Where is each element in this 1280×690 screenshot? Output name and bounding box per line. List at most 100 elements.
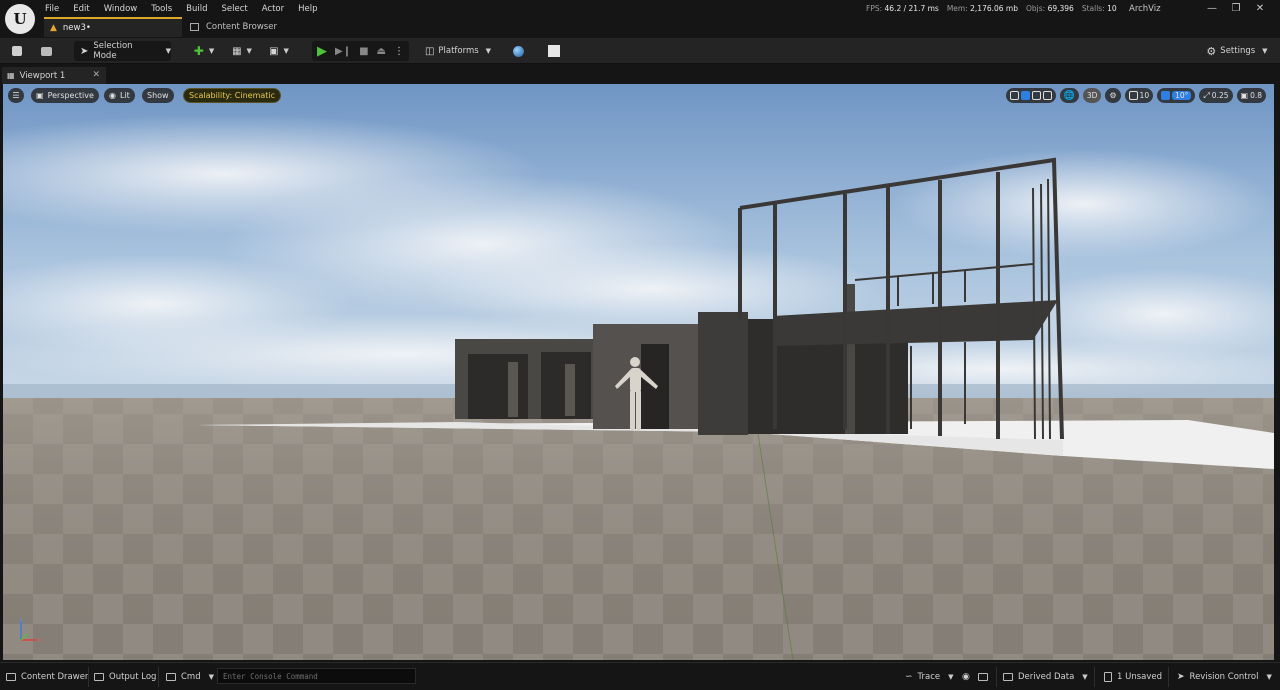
perspective-label: Perspective [47, 91, 94, 100]
console-command-input[interactable] [217, 668, 416, 684]
angle-snap-group[interactable]: 10° [1157, 88, 1196, 103]
content-drawer-icon [6, 673, 16, 681]
more-options-icon[interactable]: ⋮ [394, 46, 404, 57]
platforms-icon: ◫ [424, 45, 435, 57]
viewport-tab-label: Viewport 1 [19, 70, 66, 81]
unsaved-button[interactable]: 1 Unsaved [1104, 668, 1162, 686]
camera-speed-group[interactable]: ▣ 0.8 [1236, 88, 1266, 103]
angle-icon [1161, 91, 1171, 100]
platforms-dropdown[interactable]: ◫ Platforms ▼ [423, 41, 493, 61]
add-actor-icon: ✚ [193, 44, 204, 58]
level-warning-icon: ▲ [50, 23, 57, 33]
revision-control-dropdown[interactable]: ➤ Revision Control ▼ [1177, 668, 1272, 686]
lit-dropdown[interactable]: ◉ Lit [104, 88, 135, 103]
step-icon[interactable]: ▶❙ [335, 46, 351, 57]
divider [996, 667, 997, 687]
revision-control-label: Revision Control [1189, 672, 1259, 682]
chevron-down-icon: ▼ [948, 673, 954, 681]
source-control-icon[interactable] [38, 41, 54, 61]
grid-snap-value: 10 [1139, 91, 1150, 100]
world-space-toggle[interactable]: 🌐 [1059, 88, 1079, 103]
menu-select[interactable]: Select [215, 0, 255, 16]
chevron-down-icon: ▼ [246, 47, 252, 55]
divider [1168, 667, 1169, 687]
eject-icon[interactable]: ⏏ [377, 46, 386, 57]
close-icon[interactable]: ✕ [1248, 1, 1272, 15]
cmd-dropdown[interactable]: Cmd ▼ [166, 668, 214, 686]
menu-window[interactable]: Window [97, 0, 145, 16]
chevron-down-icon: ▼ [208, 47, 215, 55]
output-log-button[interactable]: Output Log [94, 668, 156, 686]
content-drawer-button[interactable]: Content Drawer [6, 668, 88, 686]
white-square-icon[interactable] [546, 41, 562, 61]
save-icon[interactable] [10, 41, 24, 61]
tab-content-browser[interactable]: Content Browser [186, 17, 316, 37]
menu-build[interactable]: Build [179, 0, 214, 16]
revision-control-icon: ➤ [1177, 672, 1185, 682]
tab-viewport-1[interactable]: ▦ Viewport 1 ✕ [2, 67, 106, 84]
rotate-icon[interactable] [1031, 91, 1041, 100]
blueprints-button[interactable]: ▦ ▼ [227, 41, 257, 61]
stop-icon[interactable]: ■ [359, 46, 368, 57]
menu-help[interactable]: Help [291, 0, 324, 16]
divider [88, 667, 89, 687]
content-browser-label: Content Browser [206, 22, 277, 32]
select-cursor-icon[interactable] [1009, 91, 1019, 100]
derived-data-dropdown[interactable]: Derived Data ▼ [1003, 668, 1088, 686]
selection-mode-label: Selection Mode [93, 41, 133, 61]
show-dropdown[interactable]: Show [142, 88, 174, 103]
chevron-down-icon: ▼ [1082, 673, 1088, 681]
settings-dropdown[interactable]: ⚙ Settings ▼ [1206, 41, 1268, 61]
menu-edit[interactable]: Edit [66, 0, 96, 16]
surface-snap-toggle[interactable]: ⚙ [1105, 88, 1121, 103]
level-viewport[interactable]: ☰ ▣ Perspective ◉ Lit Show Scalability: … [3, 84, 1274, 660]
cursor-icon: ➤ [80, 45, 89, 57]
svg-text:z: z [19, 617, 22, 624]
settings-label: Settings [1220, 46, 1256, 56]
viewport-icon: ▦ [7, 71, 15, 80]
scale-snap-value: 0.25 [1211, 91, 1229, 100]
move-icon[interactable] [1020, 91, 1030, 100]
add-actor-button[interactable]: ✚ ▼ [190, 41, 218, 61]
trace-icon: ∽ [905, 672, 913, 682]
chevron-down-icon: ▼ [485, 47, 492, 55]
record-icon: ◉ [962, 672, 970, 682]
sphere-icon[interactable] [510, 41, 526, 61]
grid-snap-group[interactable]: 10 [1124, 88, 1154, 103]
content-browser-icon [190, 23, 199, 31]
selection-mode-dropdown[interactable]: ➤ Selection Mode ▼ [74, 41, 171, 61]
scene-render [3, 84, 1274, 660]
trace-label: Trace [917, 672, 941, 682]
chevron-down-icon: ▼ [208, 673, 215, 681]
minimize-icon[interactable]: — [1200, 1, 1224, 15]
3d-mode-toggle[interactable]: 3D [1082, 88, 1102, 103]
perspective-dropdown[interactable]: ▣ Perspective [31, 88, 99, 103]
viewport-menu-button[interactable]: ☰ [8, 88, 24, 103]
lit-icon: ◉ [109, 91, 116, 100]
scale-icon[interactable] [1042, 91, 1052, 100]
menu-file[interactable]: File [38, 0, 66, 16]
level-tab-new3[interactable]: ▲ new3• [44, 17, 182, 37]
unsaved-file-icon [1104, 672, 1112, 682]
viewport-tab-strip: ▦ Viewport 1 ✕ [0, 65, 1280, 84]
menu-actor[interactable]: Actor [255, 0, 291, 16]
output-log-label: Output Log [109, 672, 157, 682]
cinematics-button[interactable]: ▣ ▼ [264, 41, 294, 61]
scale-snap-group[interactable]: ⤢ 0.25 [1199, 88, 1233, 103]
record-button[interactable]: ◉ [962, 668, 970, 686]
viewport-transform-tools: 🌐 3D ⚙ 10 10° ⤢ 0.25 ▣ 0.8 [1005, 88, 1266, 103]
scalability-badge[interactable]: Scalability: Cinematic [183, 88, 282, 103]
scalability-label: Scalability: Cinematic [189, 91, 276, 100]
screenshot-icon [978, 673, 988, 681]
unreal-logo-icon[interactable]: U [5, 4, 35, 34]
cube-icon: ▣ [36, 91, 44, 100]
close-tab-icon[interactable]: ✕ [92, 70, 100, 80]
screenshot-button[interactable] [978, 668, 988, 686]
show-label: Show [147, 91, 169, 100]
play-icon[interactable]: ▶ [317, 44, 327, 59]
restore-icon[interactable]: ❐ [1224, 1, 1248, 15]
performance-stats: FPS: 46.2 / 21.7 ms Mem: 2,176.06 mb Obj… [866, 4, 1117, 13]
stat-fps: FPS: 46.2 / 21.7 ms [866, 4, 939, 13]
trace-dropdown[interactable]: ∽ Trace ▼ [905, 668, 954, 686]
menu-tools[interactable]: Tools [144, 0, 179, 16]
